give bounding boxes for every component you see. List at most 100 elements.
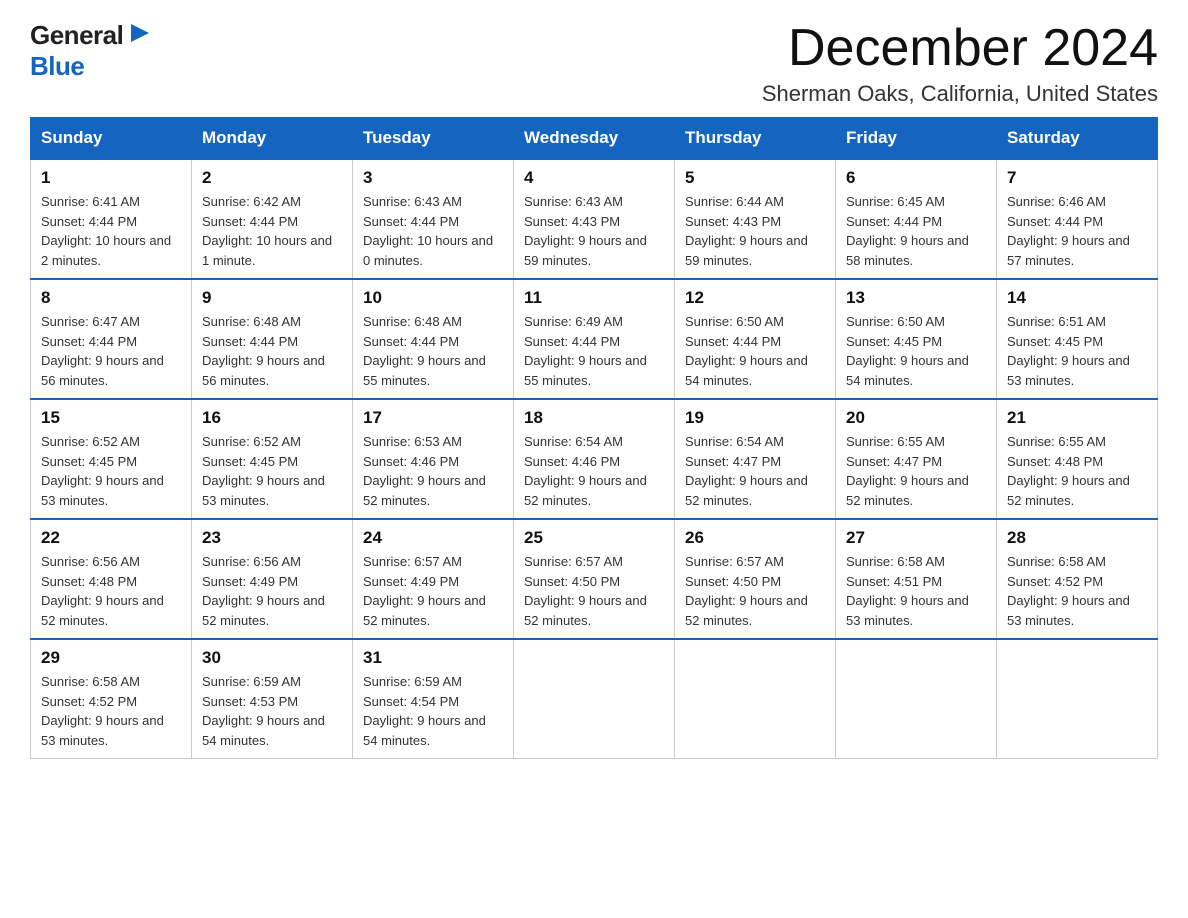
- calendar-cell: 14 Sunrise: 6:51 AMSunset: 4:45 PMDayligh…: [997, 279, 1158, 399]
- calendar-cell: 18 Sunrise: 6:54 AMSunset: 4:46 PMDayligh…: [514, 399, 675, 519]
- day-number: 9: [202, 288, 342, 308]
- calendar-cell: 5Sunrise: 6:44 AMSunset: 4:43 PMDaylight…: [675, 159, 836, 279]
- calendar-cell: 28Sunrise: 6:58 AMSunset: 4:52 PMDayligh…: [997, 519, 1158, 639]
- calendar-cell: 17 Sunrise: 6:53 AMSunset: 4:46 PMDayligh…: [353, 399, 514, 519]
- calendar-cell: 4 Sunrise: 6:43 AMSunset: 4:43 PMDaylight…: [514, 159, 675, 279]
- logo-general-text: General: [30, 20, 123, 51]
- header-sunday: Sunday: [31, 118, 192, 160]
- day-number: 20: [846, 408, 986, 428]
- day-info: Sunrise: 6:58 AMSunset: 4:51 PMDaylight:…: [846, 552, 986, 630]
- calendar-table: SundayMondayTuesdayWednesdayThursdayFrid…: [30, 117, 1158, 759]
- day-info: Sunrise: 6:45 AMSunset: 4:44 PMDaylight:…: [846, 192, 986, 270]
- week-row-5: 29 Sunrise: 6:58 AMSunset: 4:52 PMDayligh…: [31, 639, 1158, 759]
- calendar-cell: 2Sunrise: 6:42 AMSunset: 4:44 PMDaylight…: [192, 159, 353, 279]
- day-number: 3: [363, 168, 503, 188]
- header-friday: Friday: [836, 118, 997, 160]
- day-number: 31: [363, 648, 503, 668]
- day-info: Sunrise: 6:57 AMSunset: 4:49 PMDaylight:…: [363, 552, 503, 630]
- day-info: Sunrise: 6:41 AMSunset: 4:44 PMDaylight:…: [41, 192, 181, 270]
- day-info: Sunrise: 6:46 AMSunset: 4:44 PMDaylight:…: [1007, 192, 1147, 270]
- day-info: Sunrise: 6:48 AMSunset: 4:44 PMDaylight:…: [363, 312, 503, 390]
- day-info: Sunrise: 6:58 AMSunset: 4:52 PMDaylight:…: [41, 672, 181, 750]
- day-number: 30: [202, 648, 342, 668]
- day-number: 11: [524, 288, 664, 308]
- location-text: Sherman Oaks, California, United States: [762, 81, 1158, 107]
- day-info: Sunrise: 6:50 AMSunset: 4:45 PMDaylight:…: [846, 312, 986, 390]
- week-row-4: 22 Sunrise: 6:56 AMSunset: 4:48 PMDayligh…: [31, 519, 1158, 639]
- day-number: 26: [685, 528, 825, 548]
- week-row-1: 1Sunrise: 6:41 AMSunset: 4:44 PMDaylight…: [31, 159, 1158, 279]
- calendar-cell: 15 Sunrise: 6:52 AMSunset: 4:45 PMDayligh…: [31, 399, 192, 519]
- day-number: 28: [1007, 528, 1147, 548]
- day-number: 2: [202, 168, 342, 188]
- page-header: General Blue December 2024 Sherman Oaks,…: [30, 20, 1158, 107]
- calendar-cell: 10 Sunrise: 6:48 AMSunset: 4:44 PMDayligh…: [353, 279, 514, 399]
- day-number: 18: [524, 408, 664, 428]
- day-info: Sunrise: 6:48 AMSunset: 4:44 PMDaylight:…: [202, 312, 342, 390]
- day-number: 14: [1007, 288, 1147, 308]
- day-info: Sunrise: 6:59 AMSunset: 4:53 PMDaylight:…: [202, 672, 342, 750]
- calendar-cell: 31 Sunrise: 6:59 AMSunset: 4:54 PMDayligh…: [353, 639, 514, 759]
- day-info: Sunrise: 6:51 AMSunset: 4:45 PMDaylight:…: [1007, 312, 1147, 390]
- day-number: 6: [846, 168, 986, 188]
- calendar-cell: 8Sunrise: 6:47 AMSunset: 4:44 PMDaylight…: [31, 279, 192, 399]
- calendar-cell: [997, 639, 1158, 759]
- day-info: Sunrise: 6:57 AMSunset: 4:50 PMDaylight:…: [685, 552, 825, 630]
- calendar-header: SundayMondayTuesdayWednesdayThursdayFrid…: [31, 118, 1158, 160]
- title-section: December 2024 Sherman Oaks, California, …: [762, 20, 1158, 107]
- logo-blue-text: Blue: [30, 51, 84, 82]
- calendar-cell: 7 Sunrise: 6:46 AMSunset: 4:44 PMDaylight…: [997, 159, 1158, 279]
- calendar-cell: [836, 639, 997, 759]
- day-info: Sunrise: 6:56 AMSunset: 4:49 PMDaylight:…: [202, 552, 342, 630]
- calendar-cell: 27 Sunrise: 6:58 AMSunset: 4:51 PMDayligh…: [836, 519, 997, 639]
- calendar-cell: 9 Sunrise: 6:48 AMSunset: 4:44 PMDaylight…: [192, 279, 353, 399]
- day-info: Sunrise: 6:57 AMSunset: 4:50 PMDaylight:…: [524, 552, 664, 630]
- calendar-cell: 29 Sunrise: 6:58 AMSunset: 4:52 PMDayligh…: [31, 639, 192, 759]
- day-number: 12: [685, 288, 825, 308]
- day-number: 23: [202, 528, 342, 548]
- day-number: 7: [1007, 168, 1147, 188]
- day-info: Sunrise: 6:54 AMSunset: 4:46 PMDaylight:…: [524, 432, 664, 510]
- day-info: Sunrise: 6:43 AMSunset: 4:43 PMDaylight:…: [524, 192, 664, 270]
- day-number: 22: [41, 528, 181, 548]
- calendar-cell: 11 Sunrise: 6:49 AMSunset: 4:44 PMDayligh…: [514, 279, 675, 399]
- month-title: December 2024: [762, 20, 1158, 77]
- calendar-cell: 24 Sunrise: 6:57 AMSunset: 4:49 PMDayligh…: [353, 519, 514, 639]
- header-tuesday: Tuesday: [353, 118, 514, 160]
- header-monday: Monday: [192, 118, 353, 160]
- calendar-cell: 21 Sunrise: 6:55 AMSunset: 4:48 PMDayligh…: [997, 399, 1158, 519]
- day-number: 24: [363, 528, 503, 548]
- calendar-cell: [514, 639, 675, 759]
- day-number: 4: [524, 168, 664, 188]
- day-info: Sunrise: 6:52 AMSunset: 4:45 PMDaylight:…: [41, 432, 181, 510]
- day-info: Sunrise: 6:55 AMSunset: 4:47 PMDaylight:…: [846, 432, 986, 510]
- day-number: 15: [41, 408, 181, 428]
- calendar-cell: 25 Sunrise: 6:57 AMSunset: 4:50 PMDayligh…: [514, 519, 675, 639]
- calendar-cell: 12 Sunrise: 6:50 AMSunset: 4:44 PMDayligh…: [675, 279, 836, 399]
- day-info: Sunrise: 6:43 AMSunset: 4:44 PMDaylight:…: [363, 192, 503, 270]
- calendar-cell: 6 Sunrise: 6:45 AMSunset: 4:44 PMDaylight…: [836, 159, 997, 279]
- day-number: 17: [363, 408, 503, 428]
- calendar-cell: 13 Sunrise: 6:50 AMSunset: 4:45 PMDayligh…: [836, 279, 997, 399]
- day-info: Sunrise: 6:59 AMSunset: 4:54 PMDaylight:…: [363, 672, 503, 750]
- day-info: Sunrise: 6:44 AMSunset: 4:43 PMDaylight:…: [685, 192, 825, 270]
- day-info: Sunrise: 6:56 AMSunset: 4:48 PMDaylight:…: [41, 552, 181, 630]
- day-number: 13: [846, 288, 986, 308]
- day-info: Sunrise: 6:50 AMSunset: 4:44 PMDaylight:…: [685, 312, 825, 390]
- calendar-cell: 20 Sunrise: 6:55 AMSunset: 4:47 PMDayligh…: [836, 399, 997, 519]
- day-info: Sunrise: 6:53 AMSunset: 4:46 PMDaylight:…: [363, 432, 503, 510]
- day-number: 10: [363, 288, 503, 308]
- logo: General Blue: [30, 20, 151, 82]
- day-number: 21: [1007, 408, 1147, 428]
- logo-arrow-icon: [129, 22, 151, 44]
- day-number: 27: [846, 528, 986, 548]
- day-number: 25: [524, 528, 664, 548]
- day-number: 29: [41, 648, 181, 668]
- day-info: Sunrise: 6:49 AMSunset: 4:44 PMDaylight:…: [524, 312, 664, 390]
- week-row-2: 8Sunrise: 6:47 AMSunset: 4:44 PMDaylight…: [31, 279, 1158, 399]
- calendar-cell: 19Sunrise: 6:54 AMSunset: 4:47 PMDayligh…: [675, 399, 836, 519]
- day-info: Sunrise: 6:55 AMSunset: 4:48 PMDaylight:…: [1007, 432, 1147, 510]
- calendar-body: 1Sunrise: 6:41 AMSunset: 4:44 PMDaylight…: [31, 159, 1158, 759]
- calendar-cell: [675, 639, 836, 759]
- calendar-cell: 16Sunrise: 6:52 AMSunset: 4:45 PMDayligh…: [192, 399, 353, 519]
